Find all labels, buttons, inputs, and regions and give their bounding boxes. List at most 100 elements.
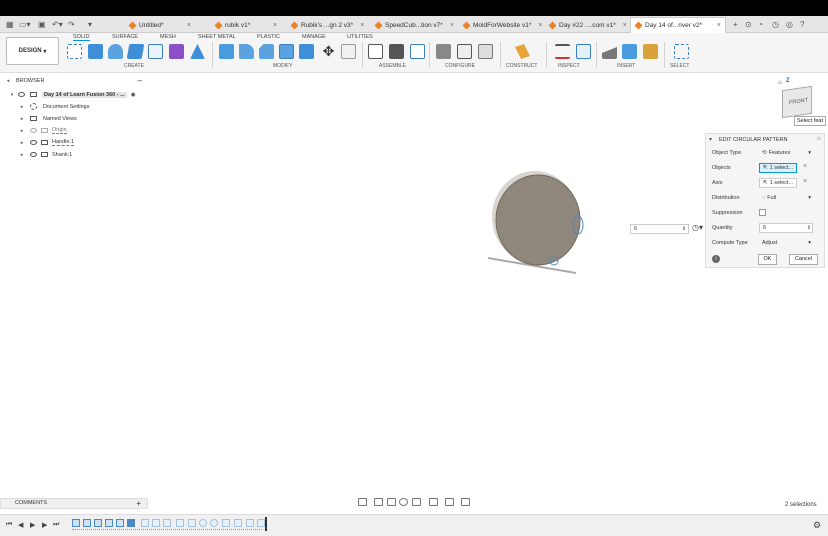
compute-type-select[interactable]: Adjust ▾ bbox=[759, 238, 813, 248]
browser-root[interactable]: ▾ Day 14 of Learn Fusion 360 - ... ◉ bbox=[0, 89, 148, 100]
shell-icon[interactable] bbox=[279, 44, 294, 59]
new-tab-icon[interactable]: + bbox=[733, 19, 738, 30]
tab-mesh[interactable]: MESH bbox=[160, 34, 176, 41]
inspect-menu[interactable]: INSPECT bbox=[558, 63, 580, 69]
counter-rotate-icon[interactable]: ◷▾ bbox=[692, 223, 703, 232]
timeline-feature[interactable] bbox=[234, 519, 242, 527]
timeline-feature[interactable] bbox=[188, 519, 196, 527]
tab-plastic[interactable]: PLASTIC bbox=[257, 34, 280, 41]
form-icon[interactable] bbox=[169, 44, 184, 59]
select-icon[interactable] bbox=[674, 44, 689, 59]
axis-selector[interactable]: ⇱ 1 select... bbox=[759, 178, 797, 188]
insert-image-icon[interactable] bbox=[622, 44, 637, 59]
tab-rubiks-design[interactable]: Rubik's ...gn 2 v3* × bbox=[287, 17, 365, 33]
tab-moldforwebsite[interactable]: MoldForWebsite v1* × bbox=[459, 17, 545, 33]
timeline-feature-selected[interactable] bbox=[127, 519, 135, 527]
modify-menu[interactable]: MODIFY bbox=[273, 63, 292, 69]
add-comment-icon[interactable]: + bbox=[136, 499, 141, 508]
file-menu-icon[interactable]: ▭▾ bbox=[19, 19, 31, 30]
timeline-feature[interactable] bbox=[176, 519, 184, 527]
chamfer-icon[interactable] bbox=[259, 44, 274, 59]
objects-selector[interactable]: ⇱ 1 select... bbox=[759, 163, 797, 173]
display-settings-icon[interactable] bbox=[429, 498, 438, 506]
revolve-icon[interactable] bbox=[108, 44, 123, 59]
close-icon[interactable]: × bbox=[713, 22, 721, 29]
close-icon[interactable]: × bbox=[269, 22, 277, 29]
timeline-feature[interactable] bbox=[94, 519, 102, 527]
expand-arrow-icon[interactable]: ▸ bbox=[18, 152, 26, 158]
timeline-feature[interactable] bbox=[116, 519, 124, 527]
press-pull-icon[interactable] bbox=[219, 44, 234, 59]
parameters-icon[interactable] bbox=[478, 44, 493, 59]
close-icon[interactable]: × bbox=[356, 22, 364, 29]
tab-day14[interactable]: Day 14 of...river v2* × bbox=[630, 17, 726, 33]
tab-utilities[interactable]: UTILITIES bbox=[347, 34, 373, 41]
close-icon[interactable]: × bbox=[183, 22, 191, 29]
tab-surface[interactable]: SURFACE bbox=[112, 34, 138, 41]
tab-sheet-metal[interactable]: SHEET METAL bbox=[198, 34, 236, 41]
insert-mesh-icon[interactable] bbox=[643, 44, 658, 59]
loft-icon[interactable] bbox=[148, 44, 163, 59]
save-icon[interactable]: ▣ bbox=[38, 19, 46, 30]
new-component-icon[interactable] bbox=[368, 44, 383, 59]
zoom-icon[interactable] bbox=[399, 498, 408, 506]
collapse-arrow-icon[interactable]: ▾ bbox=[709, 136, 712, 143]
table-icon[interactable] bbox=[457, 44, 472, 59]
expand-arrow-icon[interactable]: ▸ bbox=[18, 128, 26, 134]
expand-icon[interactable]: ⌂ bbox=[817, 136, 821, 142]
notifications-icon[interactable]: ◔ bbox=[758, 19, 763, 30]
browser-item-named-views[interactable]: ▸ Named Views bbox=[0, 113, 148, 124]
joint-icon[interactable] bbox=[389, 44, 404, 59]
quantity-input[interactable]: 6 ⇕ bbox=[759, 223, 813, 233]
help-icon[interactable]: ? bbox=[800, 19, 804, 30]
viewports-icon[interactable] bbox=[461, 498, 470, 506]
visibility-icon[interactable] bbox=[18, 92, 25, 97]
expand-arrow-icon[interactable]: ▸ bbox=[18, 104, 26, 110]
timeline-feature[interactable] bbox=[246, 519, 254, 527]
close-icon[interactable]: × bbox=[534, 22, 542, 29]
step-back-icon[interactable]: ◀ bbox=[18, 521, 23, 529]
create-sketch-icon[interactable] bbox=[67, 44, 82, 59]
visibility-icon[interactable] bbox=[30, 128, 37, 133]
disc-face[interactable] bbox=[495, 174, 581, 266]
fit-icon[interactable] bbox=[412, 498, 421, 506]
tab-rubik[interactable]: rubik v1* × bbox=[211, 17, 281, 33]
timeline-feature[interactable] bbox=[141, 519, 149, 527]
browser-item-handle[interactable]: ▸ Handle:1 bbox=[0, 137, 148, 148]
interference-icon[interactable] bbox=[576, 44, 591, 59]
timeline-feature[interactable] bbox=[163, 519, 171, 527]
look-at-icon[interactable] bbox=[374, 498, 383, 506]
browser-item-document-settings[interactable]: ▸ Document Settings bbox=[0, 101, 148, 112]
extensions-icon[interactable]: ⊙ bbox=[745, 19, 752, 30]
home-icon[interactable]: ⌂ bbox=[778, 80, 782, 86]
activate-radio-icon[interactable]: ◉ bbox=[131, 92, 136, 98]
quantity-inline-input[interactable]: 6 ⇕ bbox=[630, 224, 689, 234]
timeline-feature[interactable] bbox=[72, 519, 80, 527]
timeline-feature[interactable] bbox=[210, 519, 218, 527]
tab-manage[interactable]: MANAGE bbox=[302, 34, 326, 41]
visibility-icon[interactable] bbox=[30, 140, 37, 145]
assemble-menu[interactable]: ASSEMBLE bbox=[379, 63, 406, 69]
expand-arrow-icon[interactable]: ▸ bbox=[18, 140, 26, 146]
combine-icon[interactable] bbox=[299, 44, 314, 59]
settings-gear-icon[interactable]: ⚙ bbox=[813, 520, 821, 531]
browser-item-origin[interactable]: ▸ Origin bbox=[0, 125, 148, 136]
go-to-end-icon[interactable]: ⏭ bbox=[53, 521, 59, 529]
measure-icon[interactable] bbox=[555, 44, 570, 59]
redo-dropdown-icon[interactable]: ▾ bbox=[88, 19, 92, 30]
extrude-icon[interactable] bbox=[88, 44, 103, 59]
expand-arrow-icon[interactable]: ▾ bbox=[8, 92, 16, 98]
align-icon[interactable] bbox=[341, 44, 356, 59]
timeline-feature[interactable] bbox=[199, 519, 207, 527]
jobs-icon[interactable]: ◷ bbox=[772, 19, 779, 30]
expand-arrow-icon[interactable]: ▸ bbox=[18, 116, 26, 122]
timeline-feature[interactable] bbox=[105, 519, 113, 527]
sweep-icon[interactable] bbox=[126, 44, 145, 59]
stepper-icon[interactable]: ⇕ bbox=[807, 224, 811, 232]
fillet-icon[interactable] bbox=[239, 44, 254, 59]
play-icon[interactable]: ▶ bbox=[30, 521, 35, 529]
workspace-switcher-button[interactable]: DESIGN ▾ bbox=[6, 37, 59, 65]
configure-icon[interactable] bbox=[436, 44, 451, 59]
step-forward-icon[interactable]: ▶ bbox=[42, 521, 47, 529]
move-copy-icon[interactable]: ✥ bbox=[321, 44, 336, 59]
